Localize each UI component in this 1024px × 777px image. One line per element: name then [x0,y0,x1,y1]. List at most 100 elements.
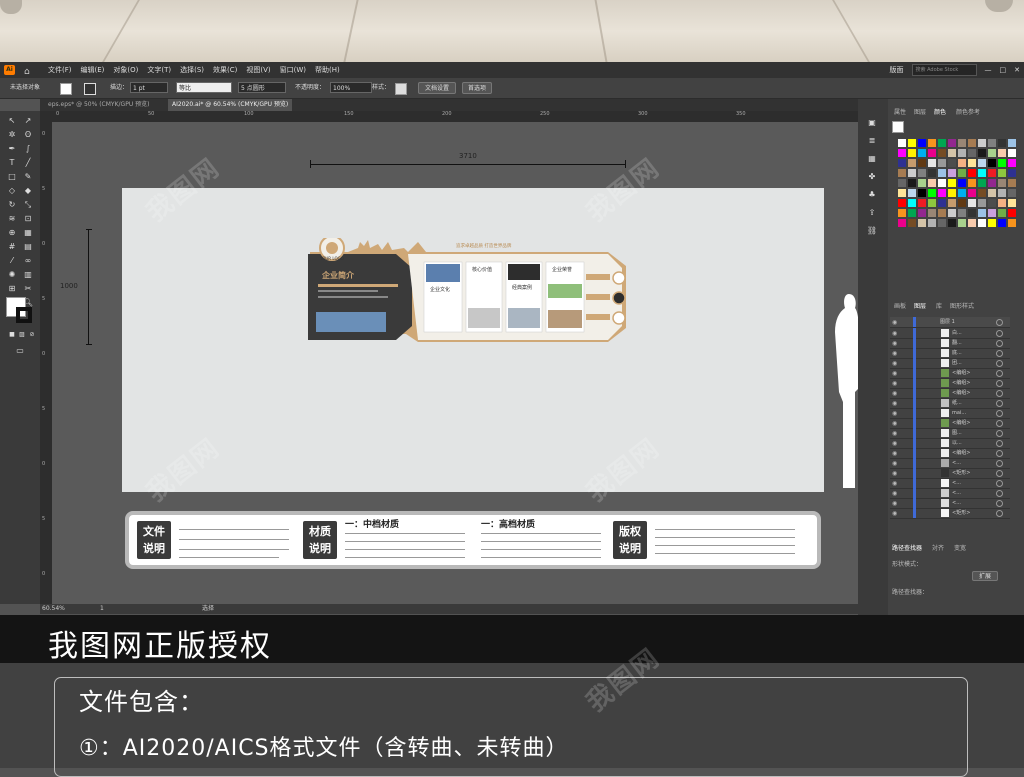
target-icon[interactable] [996,410,1003,417]
color-swatch[interactable] [918,139,926,147]
color-swatch[interactable] [948,149,956,157]
color-swatch[interactable] [898,179,906,187]
color-swatch[interactable] [928,159,936,167]
shape-builder-icon[interactable]: ⊕ [6,227,18,239]
color-swatch[interactable] [1008,169,1016,177]
mesh-tool-icon[interactable]: # [6,241,18,253]
brush-tool-icon[interactable]: ✎ [22,171,34,183]
color-swatch[interactable] [928,189,936,197]
color-swatch[interactable] [948,169,956,177]
target-icon[interactable] [996,450,1003,457]
color-swatch[interactable] [928,199,936,207]
layer-row[interactable]: ◉ <矩形> [890,508,1010,519]
color-swatch[interactable] [998,209,1006,217]
tab-color[interactable]: 颜色 [934,107,946,116]
color-swatch[interactable] [898,149,906,157]
color-swatch[interactable] [938,209,946,217]
color-swatch[interactable] [908,159,916,167]
color-swatch[interactable] [978,219,986,227]
color-swatch[interactable] [988,139,996,147]
target-icon[interactable] [996,470,1003,477]
color-swatch[interactable] [908,219,916,227]
color-swatch[interactable] [968,169,976,177]
color-swatch[interactable] [938,199,946,207]
target-icon[interactable] [996,360,1003,367]
color-swatch[interactable] [928,219,936,227]
menu-item-6[interactable]: 视图(V) [246,62,270,78]
color-swatch[interactable] [958,219,966,227]
lasso-icon[interactable]: ʘ [22,129,34,141]
color-swatch[interactable] [928,209,936,217]
none-mode-icon[interactable]: ⊘ [26,329,38,341]
color-swatch[interactable] [998,199,1006,207]
minimize-icon[interactable]: — [985,62,992,78]
menu-item-4[interactable]: 选择(S) [180,62,204,78]
color-swatch[interactable] [978,209,986,217]
color-swatch[interactable] [958,169,966,177]
target-icon[interactable] [996,400,1003,407]
target-icon[interactable] [996,500,1003,507]
color-swatch[interactable] [938,219,946,227]
color-swatch[interactable] [988,189,996,197]
color-swatch[interactable] [918,179,926,187]
color-swatch[interactable] [908,149,916,157]
stroke-weight-input[interactable]: 1 pt [130,82,168,93]
opacity-input[interactable]: 100% [330,82,372,93]
screen-mode-icon[interactable]: ▭ [14,345,26,357]
color-swatch[interactable] [958,189,966,197]
color-swatch[interactable] [898,199,906,207]
target-icon[interactable] [996,350,1003,357]
width-tool-icon[interactable]: ≋ [6,213,18,225]
color-swatch[interactable] [978,169,986,177]
color-swatch[interactable] [1008,189,1016,197]
brushes-icon[interactable]: ✤ [866,171,878,183]
color-swatch[interactable] [988,149,996,157]
color-swatch[interactable] [908,209,916,217]
color-swatch[interactable] [988,199,996,207]
color-swatch[interactable] [1008,159,1016,167]
color-swatch[interactable] [958,209,966,217]
target-icon[interactable] [996,430,1003,437]
shaper-tool-icon[interactable]: ◇ [6,185,18,197]
menu-item-1[interactable]: 编辑(E) [81,62,105,78]
color-swatch[interactable] [918,189,926,197]
target-icon[interactable] [996,480,1003,487]
color-swatch[interactable] [988,209,996,217]
color-swatch[interactable] [998,159,1006,167]
color-swatch[interactable] [1008,179,1016,187]
color-swatch[interactable] [928,139,936,147]
color-swatch[interactable] [978,189,986,197]
color-swatch[interactable] [948,179,956,187]
color-swatch[interactable] [948,159,956,167]
color-swatch[interactable] [978,159,986,167]
color-swatch[interactable] [938,169,946,177]
menu-item-2[interactable]: 对象(O) [113,62,138,78]
color-swatch[interactable] [938,139,946,147]
color-swatch[interactable] [968,219,976,227]
tab-properties[interactable]: 属性 [894,107,906,116]
export-icon[interactable]: ⇪ [866,207,878,219]
tab-align[interactable]: 対齐 [932,543,944,552]
tab-layers-top[interactable]: 图层 [914,107,926,116]
color-swatch[interactable] [988,169,996,177]
color-swatch[interactable] [998,219,1006,227]
target-icon[interactable] [996,460,1003,467]
color-swatch[interactable] [898,189,906,197]
color-swatch[interactable] [938,179,946,187]
line-tool-icon[interactable]: ╱ [22,157,34,169]
zoom-level[interactable]: 60.54% [42,604,65,614]
document-setup-button[interactable]: 文档设置 [418,82,456,94]
eraser-tool-icon[interactable]: ◆ [22,185,34,197]
color-swatch[interactable] [898,169,906,177]
color-swatch[interactable] [978,149,986,157]
color-swatch[interactable] [968,189,976,197]
menu-item-3[interactable]: 文字(T) [147,62,171,78]
color-swatch[interactable] [978,199,986,207]
wall-design[interactable]: YOUR LOGO 企业简介 追求卓越品质 打造世界品牌 企业文化 核心价值 经… [308,238,630,342]
color-swatch[interactable] [938,159,946,167]
color-swatch[interactable] [1008,199,1016,207]
curvature-tool-icon[interactable]: ∫ [22,143,34,155]
tab-libraries[interactable]: 库 [936,301,942,310]
stroke-color-icon[interactable] [16,307,32,323]
color-swatch[interactable] [958,199,966,207]
